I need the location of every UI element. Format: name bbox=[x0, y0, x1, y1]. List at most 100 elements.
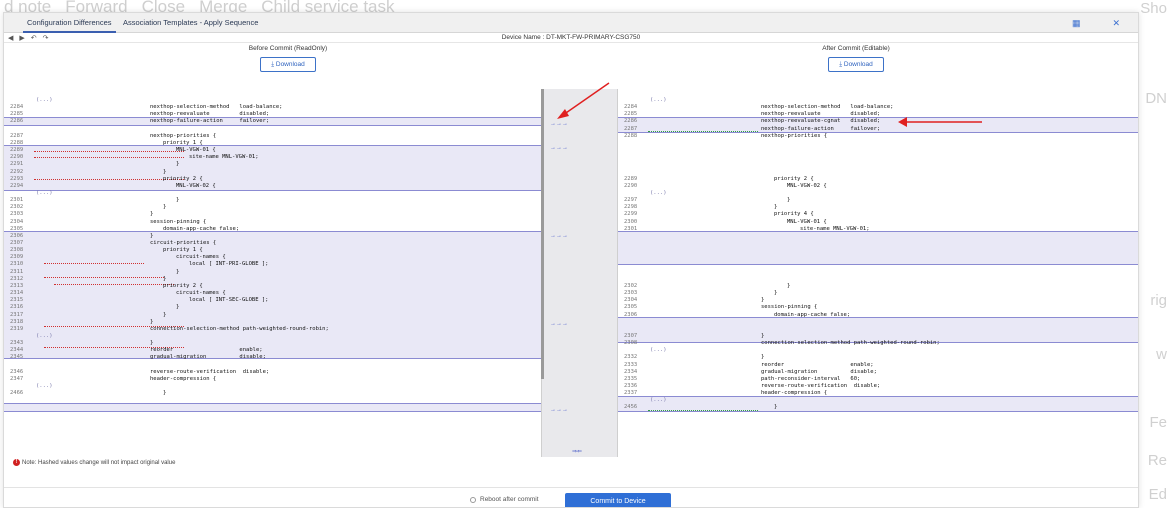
code-line: 2292} bbox=[4, 169, 541, 176]
code-text: nexthop-reevaluate-cgnat disabled; bbox=[761, 118, 881, 125]
line-number: 2290 bbox=[10, 154, 24, 161]
line-number: 2319 bbox=[10, 325, 24, 332]
copy-right-arrow[interactable]: →→→ bbox=[550, 321, 568, 327]
line-number: 2313 bbox=[10, 282, 24, 289]
copy-right-arrow[interactable]: →→→ bbox=[550, 233, 568, 239]
code-text: nexthop-selection-method load-balance; bbox=[150, 104, 283, 111]
after-commit-code-pane: (...) 2284 nexthop-selection-method load-b… bbox=[618, 89, 1138, 457]
folded-lines[interactable]: (...) bbox=[4, 190, 541, 197]
code-text: (...) bbox=[36, 189, 53, 196]
code-line: 2306} bbox=[4, 233, 541, 240]
line-number: 2293 bbox=[10, 175, 24, 182]
code-text: (...) bbox=[650, 397, 667, 404]
code-text: gradual-migration disable; bbox=[761, 368, 877, 375]
code-line: 2313 priority 2 { bbox=[4, 283, 541, 290]
copy-all-arrow[interactable]: ⇒⇐ bbox=[572, 449, 582, 455]
code-text: local [ INT-PRI-GLOBE ]; bbox=[189, 261, 269, 268]
code-text: reorder enable; bbox=[150, 347, 263, 354]
download-before-button[interactable]: ⤓ Download bbox=[260, 57, 316, 72]
copy-right-arrow[interactable]: →→→ bbox=[550, 407, 568, 413]
line-number: 2310 bbox=[10, 261, 24, 268]
code-line: 2332} bbox=[618, 354, 1138, 361]
code-line: 2346 reverse-route-verification disable; bbox=[4, 369, 541, 376]
folded-lines[interactable]: (...) bbox=[4, 333, 541, 340]
line-number: 2301 bbox=[10, 197, 24, 204]
code-line: 2306 domain-app-cache false; bbox=[618, 312, 1138, 319]
code-line: 2301 site-name MNL-VGW-01; bbox=[618, 225, 1138, 233]
folded-lines[interactable]: (...) bbox=[618, 397, 1138, 404]
code-line: 2288 nexthop-priorities { bbox=[618, 133, 1138, 140]
line-number: 2298 bbox=[624, 204, 638, 211]
line-number: 2284 bbox=[624, 104, 638, 111]
code-text: } bbox=[176, 161, 180, 168]
code-text: } bbox=[150, 211, 154, 218]
line-number: 2285 bbox=[10, 111, 24, 118]
code-line: 2289 MNL-VGW-01 { bbox=[4, 147, 541, 154]
tab-configuration-differences[interactable]: Configuration Differences bbox=[23, 13, 116, 33]
code-line: 2336 reverse-route-verification disable; bbox=[618, 383, 1138, 390]
line-number: 2308 bbox=[624, 340, 638, 347]
code-line: 2294 MNL-VGW-02 { bbox=[4, 183, 541, 190]
folded-lines[interactable]: (...) bbox=[618, 190, 1138, 197]
tab-association-templates[interactable]: Association Templates - Apply Sequence bbox=[119, 13, 262, 33]
code-line: 2287 nexthop-priorities { bbox=[4, 133, 541, 140]
folded-lines[interactable]: (...) bbox=[4, 383, 541, 390]
code-line: 2466} bbox=[4, 390, 541, 397]
line-number: 2301 bbox=[624, 225, 638, 232]
grid-icon[interactable]: ▦ bbox=[1072, 18, 1081, 29]
line-number: 2285 bbox=[624, 111, 638, 118]
reboot-option[interactable]: Reboot after commit bbox=[470, 496, 539, 503]
close-icon[interactable]: ✕ bbox=[1112, 18, 1120, 29]
code-line: 2291} bbox=[4, 161, 541, 168]
line-number: 2316 bbox=[10, 304, 24, 311]
tab-bar: Configuration Differences Association Te… bbox=[4, 13, 1138, 33]
vertical-scrollbar[interactable] bbox=[541, 89, 544, 379]
line-number: 2302 bbox=[624, 282, 638, 289]
code-text: nexthop-selection-method load-balance; bbox=[761, 104, 894, 111]
code-text: } bbox=[163, 390, 167, 397]
code-line: 2333 reorder enable; bbox=[618, 362, 1138, 369]
reboot-label: Reboot after commit bbox=[480, 496, 539, 503]
code-line: 2290 site-name MNL-VGW-01; bbox=[4, 154, 541, 161]
code-text: priority 4 { bbox=[774, 211, 814, 218]
download-after-button[interactable]: ⤓ Download bbox=[828, 57, 884, 72]
line-number: 2287 bbox=[10, 132, 24, 139]
reboot-radio[interactable] bbox=[470, 496, 476, 503]
code-text: } bbox=[774, 204, 778, 211]
line-number: 2303 bbox=[624, 290, 638, 297]
code-line: 2343} bbox=[4, 340, 541, 347]
code-line: 2285 nexthop-reevaluate disabled; bbox=[4, 111, 541, 118]
folded-lines[interactable]: (...) bbox=[4, 97, 541, 104]
code-line: 2290 MNL-VGW-02 { bbox=[618, 183, 1138, 190]
folded-lines[interactable]: (...) bbox=[618, 97, 1138, 104]
folded-lines[interactable]: (...) bbox=[618, 347, 1138, 354]
code-text: } bbox=[163, 311, 167, 318]
code-text: (...) bbox=[36, 383, 53, 389]
code-text: } bbox=[150, 232, 154, 239]
copy-right-arrow[interactable]: →→→ bbox=[550, 145, 568, 151]
code-line: 2308 connection-selection-method path-wei… bbox=[618, 340, 1138, 347]
hashed-values-note: ! Note: Hashed values change will not im… bbox=[13, 459, 175, 466]
code-text: } bbox=[774, 404, 778, 411]
line-number: 2286 bbox=[624, 118, 638, 125]
code-text: circuit-names { bbox=[176, 254, 226, 261]
line-number: 2314 bbox=[10, 290, 24, 297]
code-line: 2319 connection-selection-method path-wei… bbox=[4, 326, 541, 333]
code-line: 2310 local [ INT-PRI-GLOBE ]; bbox=[4, 261, 541, 268]
info-icon: ! bbox=[13, 459, 20, 466]
code-line: 2334 gradual-migration disable; bbox=[618, 368, 1138, 376]
code-text: } bbox=[761, 297, 765, 304]
code-line: 2300 MNL-VGW-01 { bbox=[618, 219, 1138, 226]
code-text: priority 1 { bbox=[163, 139, 203, 146]
code-line: 2316} bbox=[4, 304, 541, 311]
code-text: (...) bbox=[650, 347, 667, 354]
commit-to-device-button[interactable]: Commit to Device bbox=[565, 493, 671, 507]
code-text: gradual-migration disable; bbox=[150, 354, 266, 361]
